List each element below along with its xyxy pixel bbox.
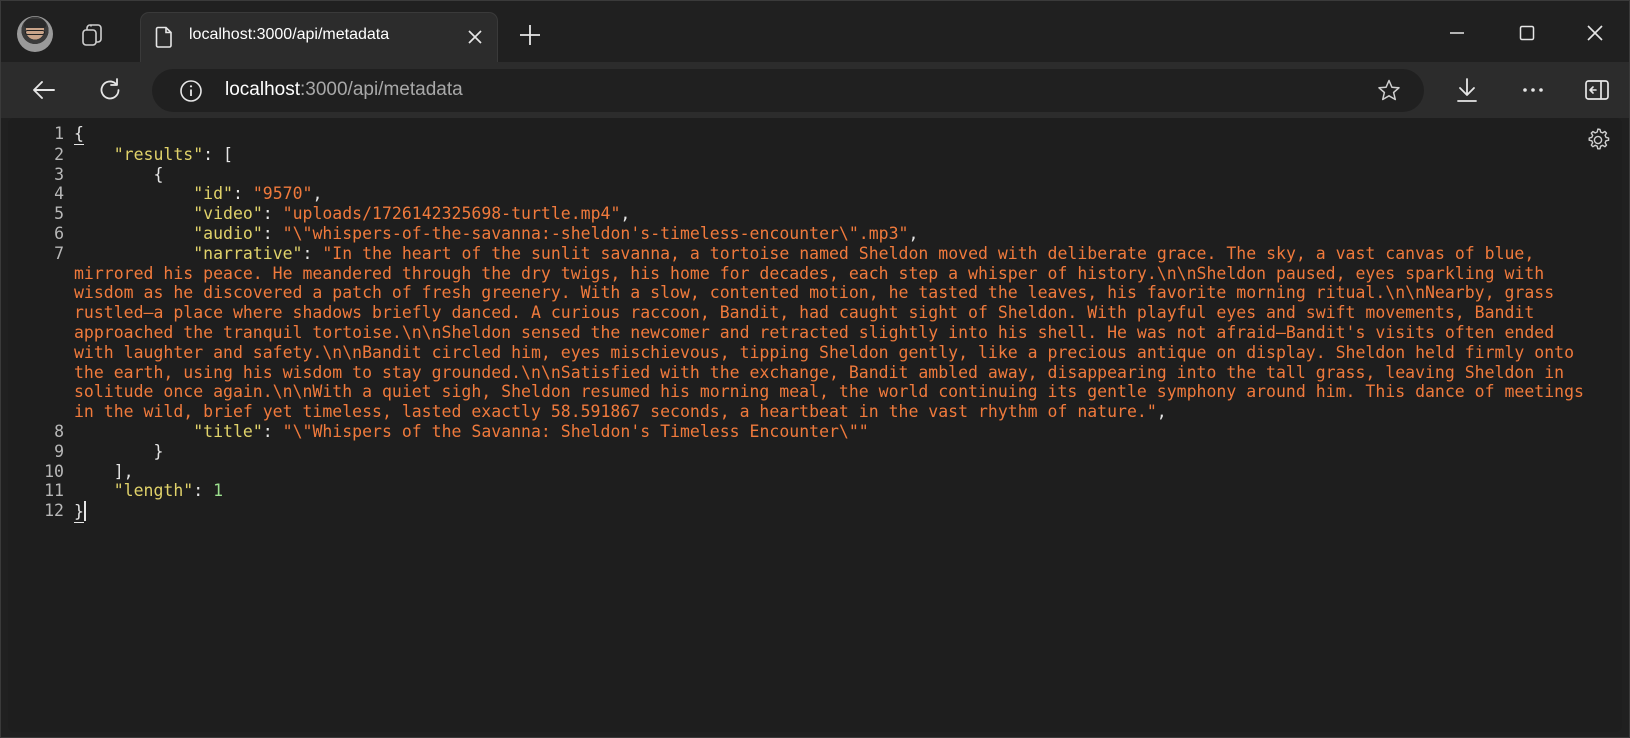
code-line: 9 } [8, 442, 1622, 462]
star-icon[interactable] [1376, 78, 1402, 104]
avatar-hair [24, 19, 46, 28]
json-string: "\"whispers-of-the-savanna:-sheldon's-ti… [282, 223, 909, 243]
close-icon[interactable] [1580, 18, 1610, 48]
close-tab-icon[interactable] [465, 27, 485, 47]
code-line: 1 { [8, 124, 1622, 145]
line-number: 6 [54, 223, 64, 243]
title-bar: localhost:3000/api/metadata [0, 0, 1630, 63]
line-number: 11 [44, 481, 64, 501]
refresh-icon[interactable] [95, 75, 125, 105]
open-object: { [153, 164, 164, 184]
download-icon[interactable] [1452, 75, 1482, 105]
json-key: "narrative" [193, 243, 303, 263]
url-host: localhost [225, 79, 300, 100]
json-key: "audio" [193, 223, 263, 243]
url-text[interactable]: localhost:3000/api/metadata [225, 79, 463, 101]
line-number: 4 [54, 184, 64, 204]
close-bracket: ], [113, 461, 134, 481]
close-brace: } [74, 502, 84, 523]
json-number: 1 [213, 481, 224, 501]
line-number: 7 [54, 243, 64, 263]
browser-window: localhost:3000/api/metadata localhost:30… [0, 0, 1630, 738]
tab-title: localhost:3000/api/metadata [189, 26, 390, 43]
navigation-toolbar: localhost:3000/api/metadata [0, 62, 1630, 118]
sidebar-icon[interactable] [1582, 75, 1612, 105]
minimize-icon[interactable] [1442, 18, 1472, 48]
code-line: 2 "results": [ [8, 145, 1622, 165]
code-line: 6 "audio": "\"whispers-of-the-savanna:-s… [8, 224, 1622, 244]
code-line: 11 "length": 1 [8, 481, 1622, 501]
json-string: "In the heart of the sunlit savanna, a t… [74, 243, 1594, 422]
code-line: 7 "narrative": "In the heart of the sunl… [8, 244, 1622, 422]
code-line: 5 "video": "uploads/1726142325698-turtle… [8, 204, 1622, 224]
close-object: } [153, 441, 164, 461]
maximize-icon[interactable] [1512, 18, 1542, 48]
line-number: 5 [54, 204, 64, 224]
open-brace: { [74, 124, 84, 145]
back-arrow-icon[interactable] [29, 75, 59, 105]
text-cursor [83, 501, 86, 522]
json-key: "id" [193, 184, 233, 204]
line-number: 2 [54, 144, 64, 164]
json-string: "uploads/1726142325698-turtle.mp4" [282, 204, 621, 224]
line-number: 8 [54, 421, 64, 441]
json-string: "9570" [252, 184, 313, 204]
document-icon [155, 26, 172, 48]
address-bar[interactable]: localhost:3000/api/metadata [152, 69, 1424, 112]
line-number: 1 [54, 124, 64, 143]
avatar-glasses [25, 30, 45, 35]
gear-icon[interactable] [1584, 126, 1612, 154]
json-key: "results" [113, 144, 204, 164]
profile-avatar[interactable] [17, 16, 53, 52]
json-viewer[interactable]: 1 { 2 "results": [ 3 { 4 "id": "9570", 5 [8, 118, 1622, 732]
open-bracket: [ [223, 144, 233, 164]
url-path: :3000/api/metadata [300, 79, 463, 100]
code-line: 3 { [8, 165, 1622, 185]
line-number: 3 [54, 164, 64, 184]
code-line: 8 "title": "\"Whispers of the Savanna: S… [8, 422, 1622, 442]
json-key: "video" [193, 204, 263, 224]
info-icon[interactable] [179, 79, 203, 103]
line-number: 10 [44, 461, 64, 481]
active-tab[interactable]: localhost:3000/api/metadata [140, 12, 498, 63]
tab-actions-icon[interactable] [80, 22, 106, 48]
code-line: 4 "id": "9570", [8, 184, 1622, 204]
json-key: "length" [113, 481, 194, 501]
code-line: 10 ], [8, 462, 1622, 482]
line-number: 9 [54, 441, 64, 461]
code-line: 12 } [8, 501, 1622, 523]
line-number: 12 [44, 501, 64, 521]
plus-icon[interactable] [517, 22, 543, 48]
more-icon[interactable] [1518, 75, 1548, 105]
json-key: "title" [193, 421, 263, 441]
json-string: "\"Whispers of the Savanna: Sheldon's Ti… [282, 421, 869, 441]
json-code: 1 { 2 "results": [ 3 { 4 "id": "9570", 5 [8, 124, 1622, 523]
